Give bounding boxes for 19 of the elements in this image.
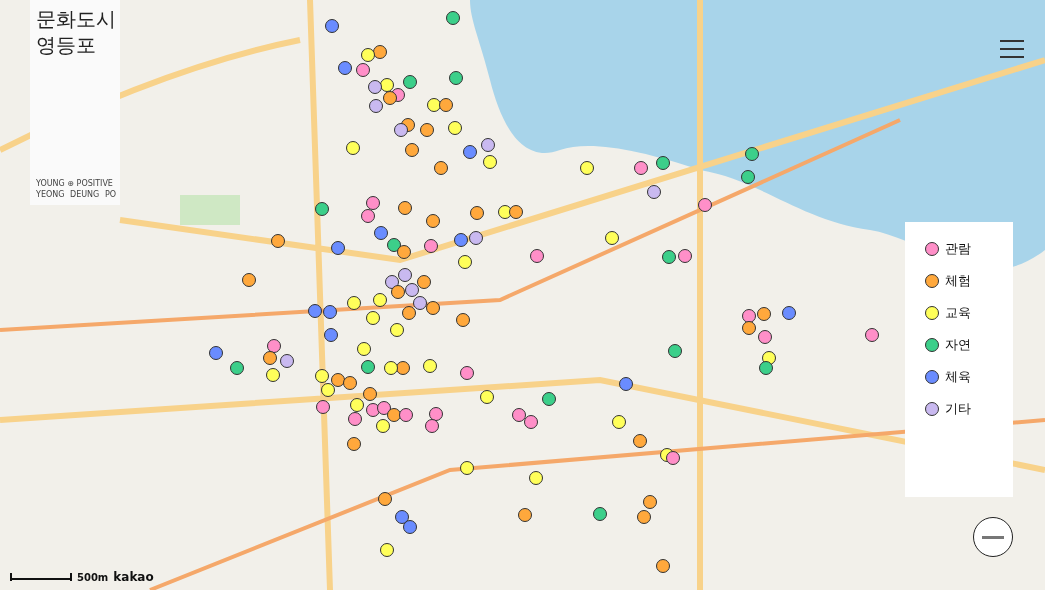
logo-title: 문화도시 영등포 [36,6,117,58]
legend-label: 관람 [945,240,971,258]
map-view[interactable]: 문화도시 영등포 YOUNG ⊕ POSITIVE YEONG DEUNG PO 관람 체험 교육 자연 체육 기타 500m kakao [0,0,1045,590]
logo-subline: PO [104,190,116,199]
map-pin[interactable] [509,205,523,219]
menu-button[interactable] [998,38,1026,60]
minus-icon [982,535,1004,539]
legend-label: 기타 [945,400,971,418]
scale-label: 500m [77,571,109,583]
map-brand: kakao [113,570,154,584]
scale-bar [10,573,72,581]
menu-icon [998,38,1026,60]
legend-label: 자연 [945,336,971,354]
logo-subline: YEONG [36,190,65,199]
legend-label: 체험 [945,272,971,290]
legend-label: 체육 [945,368,971,386]
logo-subline: DEUNG [70,190,100,199]
logo-tagline: YOUNG ⊕ POSITIVE [36,179,114,188]
legend-label: 교육 [945,304,971,322]
